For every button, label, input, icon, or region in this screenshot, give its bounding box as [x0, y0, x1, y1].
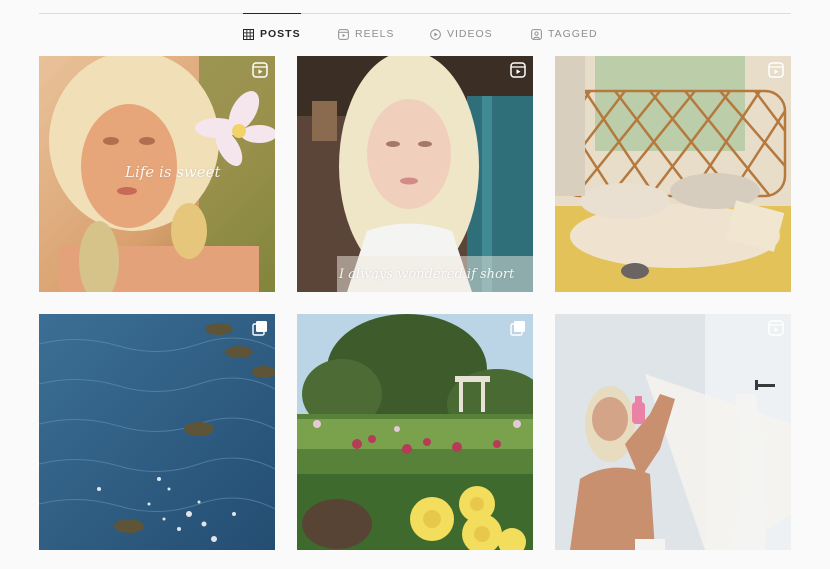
post-tile-5[interactable]: [297, 314, 533, 550]
carousel-icon: [252, 321, 267, 336]
tag-icon: [531, 28, 542, 40]
tab-reels[interactable]: REELS: [338, 14, 394, 54]
tab-posts[interactable]: POSTS: [243, 13, 301, 54]
reel-icon: [768, 320, 784, 336]
tab-tagged[interactable]: TAGGED: [531, 14, 598, 54]
post-image-garden-roses: [297, 314, 533, 550]
post-image-portrait-selfie: [297, 56, 533, 292]
post-tile-4[interactable]: [39, 314, 275, 550]
post-image-geese-water: [39, 314, 275, 550]
post-tile-1[interactable]: Life is sweet: [39, 56, 275, 292]
tab-reels-label: REELS: [355, 28, 395, 40]
carousel-icon: [510, 321, 525, 336]
reel-icon: [768, 62, 784, 78]
post-overlay-text: Life is sweet: [125, 163, 221, 181]
play-icon: [430, 28, 441, 40]
tab-videos[interactable]: VIDEOS: [430, 14, 493, 54]
post-image-bedroom: [555, 56, 791, 292]
post-tile-6[interactable]: [555, 314, 791, 550]
tab-tagged-label: TAGGED: [548, 28, 598, 40]
tab-videos-label: VIDEOS: [447, 28, 493, 40]
post-image-mirror-selfie: [555, 314, 791, 550]
post-tile-3[interactable]: [555, 56, 791, 292]
reel-icon: [252, 62, 268, 78]
reel-icon: [510, 62, 526, 78]
post-overlay-text: I always wondered if short: [339, 267, 515, 282]
reels-icon: [338, 28, 349, 40]
post-tile-2[interactable]: I always wondered if short: [297, 56, 533, 292]
profile-tabs: POSTS REELS VIDEOS TAGGED: [0, 13, 830, 54]
grid-icon: [243, 28, 254, 40]
tab-posts-label: POSTS: [260, 28, 301, 40]
